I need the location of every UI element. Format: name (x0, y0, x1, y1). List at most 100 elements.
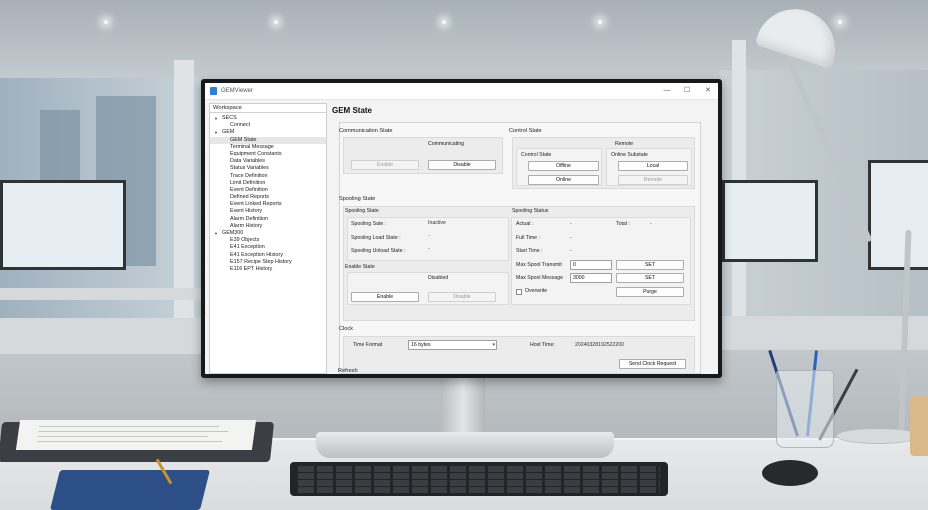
tree-item-event-definition[interactable]: Event Definition (210, 187, 326, 194)
tree-item-equipment-constants[interactable]: Equipment Constants (210, 151, 326, 158)
mug (910, 396, 928, 456)
tree-item-secs[interactable]: ▼ SECS (210, 115, 326, 122)
spooling-enable-button[interactable]: Enable (351, 292, 419, 302)
background-desk (0, 318, 205, 354)
ceiling-light (104, 20, 108, 24)
tree-item-connect[interactable]: Connect (210, 122, 326, 129)
tree-item-e41-exception[interactable]: E41 Exception (210, 244, 326, 251)
time-format-select[interactable]: 16 bytes ▾ (408, 340, 497, 350)
purge-button[interactable]: Purge (616, 287, 684, 297)
control-status: Remote (615, 141, 634, 147)
maximize-icon[interactable]: ☐ (681, 86, 693, 96)
monitor-stand (441, 376, 485, 434)
clock-label: Clock (339, 326, 353, 332)
control-state-label: Control State (509, 128, 542, 134)
tree-item-label: Alarm History (230, 222, 263, 229)
actual-label: Actual : (516, 221, 534, 227)
tree-item-trace-definition[interactable]: Trace Definition (210, 173, 326, 180)
workspace-sidebar: Workspace ▼ SECS Connect ▼ GEM GEM State Termi… (209, 103, 327, 374)
notebook (50, 470, 210, 510)
remote-button[interactable]: Remote (618, 175, 688, 185)
max-spool-transmit-set-button[interactable]: SET (616, 260, 684, 270)
tree-item-e157-recipe-step-history[interactable]: E157 Recipe Step History (210, 259, 326, 266)
monitor-stand-base (316, 432, 614, 458)
actual-value: - (570, 221, 572, 227)
tree-item-event-history[interactable]: Event History (210, 208, 326, 215)
ceiling-light (274, 20, 278, 24)
tree-item-terminal-message[interactable]: Terminal Message (210, 144, 326, 151)
total-value: - (650, 221, 652, 227)
minimize-icon[interactable]: — (661, 86, 673, 96)
total-label: Total : (616, 221, 630, 227)
chevron-down-icon[interactable]: ▼ (214, 230, 218, 237)
spooling-status-label: Spooling Status (512, 208, 549, 214)
control-state-group: Control State Offline Online (516, 148, 602, 186)
local-button[interactable]: Local (618, 161, 688, 171)
tree-item-label: Defined Reports (230, 194, 269, 201)
offline-button[interactable]: Offline (528, 161, 599, 171)
tree-item-label: GEM (222, 129, 235, 136)
online-substate-label: Online Substate (611, 152, 648, 158)
full-time-value: - (570, 235, 572, 241)
communication-disable-button[interactable]: Disable (428, 160, 496, 170)
chevron-down-icon: ▾ (492, 342, 495, 348)
tree-item-event-linked-reports[interactable]: Event Linked Reports (210, 201, 326, 208)
tree-item-label: E41 Exception History (230, 251, 284, 258)
time-format-value: 16 bytes (411, 342, 431, 348)
tree-item-label: Event Linked Reports (230, 201, 282, 208)
app-window: GEMViewer — ☐ ✕ Workspace ▼ SECS Connect ▼ G… (205, 83, 718, 374)
mouse (762, 460, 818, 486)
app-title: GEMViewer (221, 88, 253, 94)
spooling-state-value: Inactive (428, 220, 446, 226)
tree-item-e41-exception-history[interactable]: E41 Exception History (210, 252, 326, 259)
close-icon[interactable]: ✕ (702, 86, 714, 96)
spooling-disable-button[interactable]: Disable (428, 292, 496, 302)
tree-item-label: Event Definition (230, 186, 268, 193)
start-time-value: - (570, 248, 572, 254)
tree-item-label: Equipment Constants (230, 150, 282, 157)
tree-item-data-variables[interactable]: Data Variables (210, 158, 326, 165)
spooling-state-group: Spooling Sate : Inactive Spooling Load S… (347, 217, 509, 261)
max-spool-message-set-button[interactable]: SET (616, 273, 684, 283)
tree-item-defined-reports[interactable]: Defined Reports (210, 194, 326, 201)
tree-item-e39-objects[interactable]: E39 Objects (210, 237, 326, 244)
title-bar: GEMViewer — ☐ ✕ (205, 83, 718, 100)
max-spool-message-input[interactable]: 3000 (570, 273, 612, 283)
tree-item-alarm-history[interactable]: Alarm History (210, 223, 326, 230)
background-desk (720, 316, 928, 350)
monitor: GEMViewer — ☐ ✕ Workspace ▼ SECS Connect ▼ G… (201, 79, 722, 378)
tree-item-e116-ept-history[interactable]: E116 EPT History (210, 266, 326, 273)
send-clock-request-button[interactable]: Send Clock Request (619, 359, 686, 369)
sidebar-header: Workspace (210, 104, 326, 113)
chevron-down-icon[interactable]: ▼ (214, 115, 218, 122)
online-button[interactable]: Online (528, 175, 599, 185)
background-monitor (0, 180, 126, 270)
communication-state-label: Communication State (339, 128, 393, 134)
tree-item-alarm-definition[interactable]: Alarm Definition (210, 216, 326, 223)
gem-state-panel: Communication State Communicating Enable… (339, 122, 701, 374)
background-monitor (722, 180, 818, 262)
max-spool-transmit-input[interactable]: 0 (570, 260, 612, 270)
tree-item-gem-state[interactable]: GEM State (210, 136, 326, 144)
communication-state-box: Communicating Enable Disable (343, 137, 503, 174)
clock-box: Time Format 16 bytes ▾ Host Time: 202403… (343, 336, 695, 374)
communication-enable-button[interactable]: Enable (351, 160, 419, 170)
time-format-label: Time Format (353, 342, 383, 348)
control-state-sublabel: Control State (521, 152, 552, 158)
tree-item-status-variables[interactable]: Status Variables (210, 165, 326, 172)
overwrite-checkbox[interactable] (516, 289, 522, 295)
tree-item-label: E157 Recipe Step History (230, 258, 292, 265)
host-time-value: 20240328192522200 (575, 342, 625, 348)
control-state-box: Remote Control State Offline Online Onli… (512, 137, 695, 189)
chevron-down-icon[interactable]: ▼ (214, 129, 218, 136)
background-desk (0, 288, 205, 300)
tree-item-gem300[interactable]: ▼ GEM300 (210, 230, 326, 237)
spooling-status-group: Actual : - Total : - Full Time : - Start… (511, 217, 691, 305)
tree-item-limit-definition[interactable]: Limit Definition (210, 180, 326, 187)
communication-status: Communicating (428, 141, 465, 147)
tree-item-gem[interactable]: ▼ GEM (210, 129, 326, 136)
tree-item-label: Limit Definition (230, 179, 266, 186)
keyboard (290, 462, 668, 496)
tree-item-label: Data Variables (230, 158, 265, 165)
start-time-label: Start Time : (516, 248, 543, 254)
